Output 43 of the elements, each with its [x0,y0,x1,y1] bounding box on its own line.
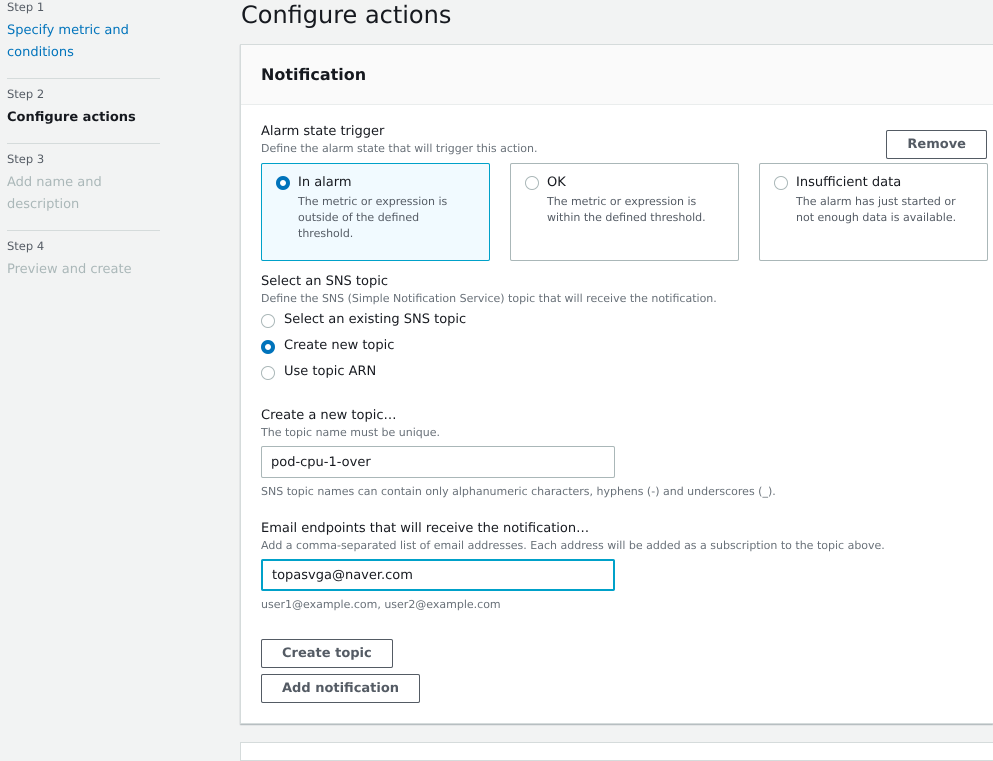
tile-description: The metric or expression is outside of the defined threshold. [298,194,448,242]
radio-button[interactable] [774,176,788,190]
text-input[interactable]: topasvga@naver.com [261,559,615,591]
state-tile[interactable]: Insufficient data The alarm has just started or not enough data is available. [759,163,988,261]
radio-label[interactable]: Select an existing SNS topic [284,311,466,329]
text-input[interactable]: pod-cpu-1-over [261,446,615,478]
step-number: Step 1 [7,0,46,14]
radio-button[interactable] [261,314,275,328]
add-notification-button[interactable]: Add notification [261,674,420,703]
radio-label[interactable]: Create new topic [284,337,394,355]
field-label: Select an SNS topic [261,273,389,291]
field-hint: user1@example.com, user2@example.com [261,597,502,613]
field-label: Create a new topic… [261,407,398,425]
radio-button[interactable] [525,176,539,190]
state-tile[interactable]: OK The metric or expression is within the defined threshold. [510,163,739,261]
create-topic-button[interactable]: Create topic [261,639,393,668]
radio-button[interactable] [261,366,275,380]
tile-label: OK [547,174,567,192]
tile-label: In alarm [298,174,353,192]
field-description: The topic name must be unique. [261,425,441,441]
step-number: Step 4 [7,239,46,253]
field-description: Define the alarm state that will trigger this action. [261,141,538,157]
tile-description: The metric or expression is within the defined threshold. [547,194,707,226]
state-tile[interactable]: In alarm The metric or expression is outside of the defined threshold. [261,163,490,261]
tile-label: Insufficient data [796,174,902,192]
field-label: Email endpoints that will receive the notification… [261,520,590,538]
step-title: Add name and description [7,174,103,214]
step-number: Step 3 [7,152,46,166]
step-title[interactable]: Specify metric and conditions [7,20,160,64]
radio-button[interactable] [276,176,290,190]
remove-button[interactable]: Remove [886,130,987,159]
field-hint: SNS topic names can contain only alphanumeric characters, hyphens (-) and underscores (_). [261,484,777,500]
step-number: Step 2 [7,87,46,101]
field-description: Add a comma-separated list of email addresses. Each address will be added as a subscription to the topic above. [261,538,886,554]
radio-button[interactable] [261,340,275,354]
field-description: Define the SNS (Simple Notification Service) topic that will receive the notification. [261,291,718,307]
field-label: Alarm state trigger [261,123,386,141]
page-title: Configure actions [241,0,452,30]
step-title[interactable]: Configure actions [7,107,160,129]
radio-label[interactable]: Use topic ARN [284,363,376,381]
panel-title: Notification [261,65,368,84]
tile-description: The alarm has just started or not enough data is available. [796,194,958,226]
step-title: Preview and create [7,261,133,279]
